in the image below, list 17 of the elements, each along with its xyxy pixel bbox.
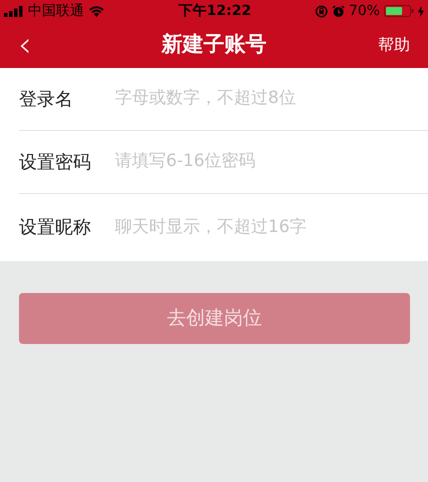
- field-label: 设置密码: [19, 150, 92, 174]
- alarm-icon: [332, 4, 345, 18]
- signal-icon: [4, 6, 24, 16]
- field-label: 登录名: [19, 88, 74, 112]
- wifi-icon: [88, 5, 105, 17]
- battery-icon: [384, 5, 414, 17]
- status-time: 下午12:22: [178, 2, 252, 20]
- help-button[interactable]: 帮助: [378, 33, 410, 57]
- carrier-name: 中国联通: [28, 2, 84, 20]
- battery-percent: 70%: [348, 2, 380, 20]
- input-field[interactable]: 聊天时显示，不超过16字: [113, 214, 428, 242]
- back-button[interactable]: ‹: [18, 28, 32, 62]
- input-field[interactable]: 请填写6-16位密码: [113, 148, 428, 176]
- page-title: 新建子账号: [162, 31, 266, 58]
- field-label: 设置昵称: [19, 216, 92, 240]
- input-field[interactable]: 字母或数字，不超过8位: [113, 85, 428, 113]
- rotation-lock-icon: [314, 4, 328, 18]
